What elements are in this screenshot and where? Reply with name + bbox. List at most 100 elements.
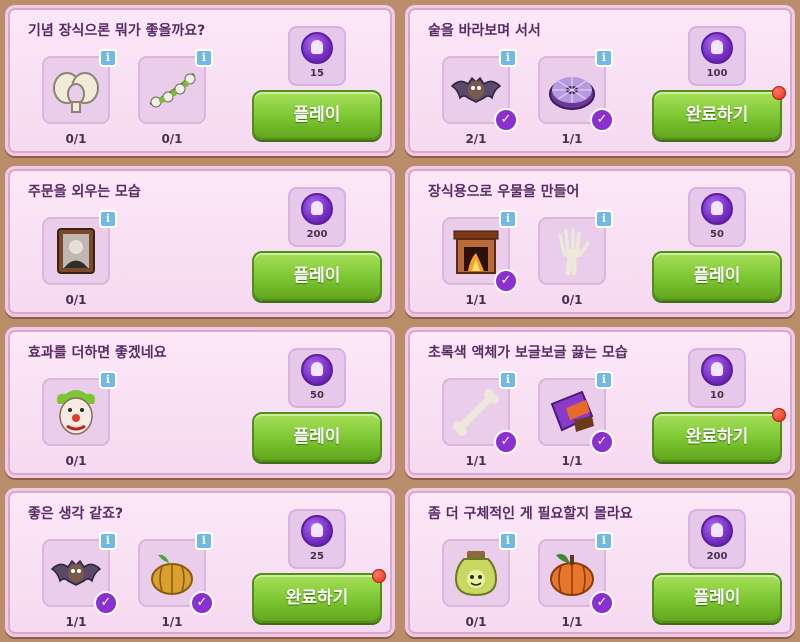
reward-box: 10 <box>688 348 746 408</box>
ghost-coin-icon <box>701 32 733 64</box>
quest-title: 장식용으로 우물을 만들어 <box>428 184 580 200</box>
info-icon[interactable]: i <box>499 371 517 389</box>
quest-grid: 기념 장식으론 뭐가 좋을까요? i 0/1 i 0/1 15 플레이 숱을 바… <box>0 0 800 642</box>
info-icon[interactable]: i <box>499 210 517 228</box>
orange-pumpkin-icon <box>550 554 594 596</box>
ghost-coin-icon <box>701 193 733 225</box>
reward-amount: 200 <box>706 551 728 562</box>
quest-title: 주문을 외우는 모습 <box>28 184 141 200</box>
item-count: 0/1 <box>65 132 87 146</box>
item-count: 0/1 <box>561 293 583 307</box>
reward-box: 200 <box>288 187 346 247</box>
quest-item-slot[interactable]: i <box>138 49 213 124</box>
complete-button[interactable]: 완료하기 <box>652 86 786 140</box>
quest-title: 좋은 생각 같죠? <box>28 506 124 522</box>
quest-title: 기념 장식으론 뭐가 좋을까요? <box>28 23 206 39</box>
play-button[interactable]: 플레이 <box>652 251 782 301</box>
bone-icon <box>453 389 499 436</box>
reward-amount: 10 <box>710 390 724 401</box>
item-count: 1/1 <box>465 293 487 307</box>
complete-button[interactable]: 완료하기 <box>652 408 786 462</box>
quest-item-slot[interactable]: i ✓ <box>442 49 518 132</box>
quest-card: 기념 장식으론 뭐가 좋을까요? i 0/1 i 0/1 15 플레이 <box>0 0 400 161</box>
alert-dot <box>372 569 386 583</box>
info-icon[interactable]: i <box>99 49 117 67</box>
info-icon[interactable]: i <box>499 49 517 67</box>
reward-box: 50 <box>688 187 746 247</box>
skeleton-hand-icon <box>558 228 590 276</box>
complete-button[interactable]: 완료하기 <box>252 569 386 623</box>
pelvis-bone-icon <box>53 72 99 113</box>
item-count: 1/1 <box>465 454 487 468</box>
play-button[interactable]: 플레이 <box>252 412 382 462</box>
quest-item-slot[interactable]: i <box>42 210 117 285</box>
web-donut-icon <box>549 77 595 110</box>
quest-item-slot[interactable]: i ✓ <box>538 532 614 615</box>
quest-title: 숱을 바라보며 서서 <box>428 23 541 39</box>
reward-amount: 50 <box>710 229 724 240</box>
reward-box: 50 <box>288 348 346 408</box>
quest-card: 효과를 더하면 좋겠네요 i 0/1 50 플레이 <box>0 322 400 483</box>
check-icon: ✓ <box>494 269 518 293</box>
quest-item-slot[interactable]: i ✓ <box>538 49 614 132</box>
bat-icon <box>450 76 502 103</box>
candy-bar-icon <box>550 390 594 432</box>
quest-card-panel: 좀 더 구체적인 게 필요할지 몰라요 i 0/1 i ✓ 1/1 200 플레… <box>405 488 795 637</box>
reward-amount: 25 <box>310 551 324 562</box>
reward-box: 25 <box>288 509 346 569</box>
info-icon[interactable]: i <box>595 371 613 389</box>
quest-item-slot[interactable]: i ✓ <box>138 532 214 615</box>
quest-item-slot[interactable]: i ✓ <box>538 371 614 454</box>
info-icon[interactable]: i <box>195 532 213 550</box>
reward-box: 100 <box>688 26 746 86</box>
check-icon: ✓ <box>494 108 518 132</box>
info-icon[interactable]: i <box>595 532 613 550</box>
quest-item-slot[interactable]: i ✓ <box>442 371 518 454</box>
quest-card: 장식용으로 우물을 만들어 i ✓ 1/1 i 0/1 50 플레이 <box>400 161 800 322</box>
quest-card-panel: 좋은 생각 같죠? i ✓ 1/1 i ✓ 1/1 25 완료하기 <box>5 488 395 637</box>
quest-item-slot[interactable]: i <box>442 532 517 607</box>
item-count: 1/1 <box>561 454 583 468</box>
quest-item-slot[interactable]: i ✓ <box>42 532 118 615</box>
quest-card-panel: 주문을 외우는 모습 i 0/1 200 플레이 <box>5 166 395 317</box>
quest-item-slot[interactable]: i <box>42 371 117 446</box>
quest-card: 주문을 외우는 모습 i 0/1 200 플레이 <box>0 161 400 322</box>
quest-item-slot[interactable]: i <box>538 210 613 285</box>
info-icon[interactable]: i <box>595 49 613 67</box>
quest-card-panel: 초록색 액체가 보글보글 끓는 모습 i ✓ 1/1 i ✓ 1/1 10 완료… <box>405 327 795 478</box>
item-count: 1/1 <box>561 615 583 629</box>
garland-icon <box>149 72 196 108</box>
alert-dot <box>772 408 786 422</box>
item-count: 0/1 <box>65 293 87 307</box>
alert-dot <box>772 86 786 100</box>
info-icon[interactable]: i <box>195 49 213 67</box>
play-button[interactable]: 플레이 <box>252 90 382 140</box>
reward-amount: 100 <box>706 68 728 79</box>
play-button[interactable]: 플레이 <box>252 251 382 301</box>
clown-mask-icon <box>57 390 95 435</box>
play-button[interactable]: 플레이 <box>652 573 782 623</box>
bat-icon <box>50 559 102 586</box>
ghost-coin-icon <box>701 354 733 386</box>
check-icon: ✓ <box>190 591 214 615</box>
info-icon[interactable]: i <box>595 210 613 228</box>
quest-item-slot[interactable]: i ✓ <box>442 210 518 293</box>
quest-card-panel: 효과를 더하면 좋겠네요 i 0/1 50 플레이 <box>5 327 395 478</box>
info-icon[interactable]: i <box>99 532 117 550</box>
item-count: 0/1 <box>465 615 487 629</box>
fireplace-icon <box>453 230 499 274</box>
quest-title: 초록색 액체가 보글보글 끓는 모습 <box>428 345 628 361</box>
quest-item-slot[interactable]: i <box>42 49 117 124</box>
info-icon[interactable]: i <box>99 371 117 389</box>
info-icon[interactable]: i <box>499 532 517 550</box>
quest-card: 좋은 생각 같죠? i ✓ 1/1 i ✓ 1/1 25 완료하기 <box>0 483 400 642</box>
reward-amount: 50 <box>310 390 324 401</box>
quest-title: 효과를 더하면 좋겠네요 <box>28 345 167 361</box>
check-icon: ✓ <box>94 591 118 615</box>
reward-box: 15 <box>288 26 346 86</box>
info-icon[interactable]: i <box>99 210 117 228</box>
item-count: 0/1 <box>161 132 183 146</box>
item-count: 1/1 <box>65 615 87 629</box>
ghost-coin-icon <box>301 32 333 64</box>
quest-title: 좀 더 구체적인 게 필요할지 몰라요 <box>428 506 633 522</box>
